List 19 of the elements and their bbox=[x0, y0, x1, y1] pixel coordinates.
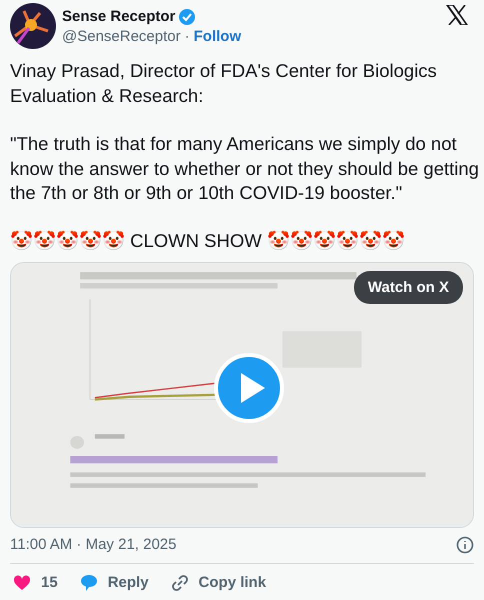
speech-bubble-icon bbox=[80, 574, 98, 592]
tweet-text: "The truth is that for many Americans we simply do not know the answer to whether or not they should be getting the 7th or 8th or 9th or 10th COVID-19 booster." bbox=[10, 132, 479, 205]
play-button-icon[interactable] bbox=[214, 352, 284, 422]
tweet-text: 🤡🤡🤡🤡🤡 CLOWN SHOW 🤡🤡🤡🤡🤡🤡 bbox=[10, 230, 406, 252]
avatar[interactable] bbox=[10, 3, 56, 49]
reply-action[interactable]: Reply bbox=[80, 574, 149, 592]
x-logo-icon[interactable] bbox=[446, 5, 468, 25]
like-action[interactable]: 15 bbox=[13, 574, 58, 591]
author-handle: @SenseReceptor bbox=[62, 28, 181, 44]
timestamp[interactable]: 11:00 AM · May 21, 2025 bbox=[10, 536, 176, 553]
link-icon bbox=[170, 574, 189, 592]
info-icon[interactable] bbox=[456, 536, 474, 554]
heart-icon bbox=[13, 574, 31, 590]
tweet-text: Vinay Prasad, Director of FDA's Center for Biologics Evaluation & Research: bbox=[10, 59, 438, 108]
author-name: Sense Receptor bbox=[62, 8, 176, 25]
watch-on-x-button[interactable]: Watch on X bbox=[354, 270, 463, 304]
follow-link[interactable]: Follow bbox=[194, 28, 242, 44]
link-action[interactable]: Copy link bbox=[170, 574, 266, 592]
separator-dot: · bbox=[184, 28, 190, 44]
